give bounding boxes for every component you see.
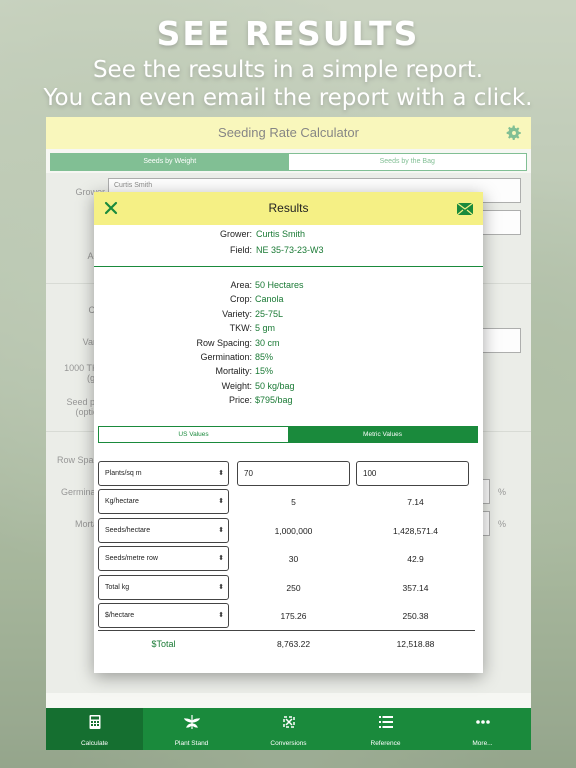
unit-select[interactable]: Total kg ⬍: [98, 574, 229, 600]
unit-select[interactable]: Seeds/hectare ⬍: [98, 517, 229, 543]
detail-value: 15%: [255, 366, 274, 377]
total-value-a: 8,763.22: [276, 639, 311, 649]
grower-label: Grower:: [219, 229, 252, 239]
detail-value: 85%: [255, 352, 274, 362]
more-icon: [475, 720, 490, 724]
detail-label: Germination:: [200, 352, 252, 362]
tab-reference[interactable]: Reference: [337, 708, 434, 750]
result-value-a: 175.26: [280, 611, 307, 621]
detail-value: 50 kg/bag: [255, 380, 295, 391]
result-value-b: 1,428,571.4: [393, 525, 438, 536]
close-icon[interactable]: [104, 201, 118, 215]
field-label: Field:: [229, 245, 252, 255]
results-header: Results: [94, 192, 483, 225]
unit-select[interactable]: $/hectare ⬍: [98, 603, 229, 628]
detail-row: Germination: 85%: [94, 352, 483, 363]
detail-label: Variety:: [222, 308, 252, 319]
tab-label: Reference: [370, 740, 401, 747]
detail-value: 50 Hectares: [255, 280, 304, 290]
detail-row: Variety: 25-75L: [94, 309, 483, 320]
list-icon: [378, 716, 393, 728]
total-label: $Total: [151, 639, 176, 649]
unit-select[interactable]: Kg/hectare ⬍: [98, 489, 229, 514]
plants-input-b[interactable]: 100: [356, 461, 469, 486]
updown-icon: ⬍: [218, 555, 224, 562]
select-value: Plants/sq m: [105, 470, 142, 477]
detail-label: Crop:: [229, 294, 252, 305]
detail-label: Mortality:: [215, 366, 252, 377]
total-divider: [98, 630, 475, 631]
results-dialog: Results Grower: Curtis Smith Field: NE 3…: [94, 192, 483, 673]
detail-row: Price: $795/bag: [94, 395, 483, 406]
tab-label: Plant Stand: [174, 740, 209, 747]
grower-value: Curtis Smith: [256, 229, 306, 239]
detail-label: Row Spacing:: [196, 337, 252, 348]
detail-label: Price:: [228, 395, 252, 406]
detail-value: Canola: [255, 294, 284, 305]
us-values-button[interactable]: US Values: [99, 427, 288, 442]
detail-row: Weight: 50 kg/bag: [94, 381, 483, 392]
select-value: Kg/hectare: [105, 498, 139, 505]
metric-values-button[interactable]: Metric Values: [288, 427, 477, 442]
units-toggle: US Values Metric Values: [98, 426, 478, 443]
updown-icon: ⬍: [218, 470, 224, 477]
detail-label: Area:: [230, 280, 252, 290]
field-row: Field: NE 35-73-23-W3: [94, 245, 483, 256]
result-value-b: 357.14: [402, 582, 429, 593]
result-value-b: 250.38: [402, 611, 429, 621]
plants-per-sqm-select[interactable]: Plants/sq m ⬍: [98, 461, 229, 486]
detail-value: 25-75L: [255, 308, 284, 319]
tab-calculate[interactable]: Calculate: [46, 708, 143, 750]
plant-icon: [183, 715, 200, 729]
result-value-a: 30: [288, 554, 299, 564]
updown-icon: ⬍: [218, 583, 224, 591]
select-value: Seeds/hectare: [105, 526, 151, 534]
field-value: NE 35-73-23-W3: [256, 245, 324, 255]
detail-row: Crop: Canola: [94, 294, 483, 305]
detail-row: TKW: 5 gm: [94, 323, 483, 334]
result-value-a: 5: [291, 497, 296, 507]
detail-value: 5 gm: [255, 323, 276, 334]
grower-row: Grower: Curtis Smith: [94, 229, 483, 240]
select-value: Seeds/metre row: [105, 555, 158, 562]
result-value-b: 42.9: [407, 554, 424, 564]
detail-row: Row Spacing: 30 cm: [94, 338, 483, 349]
result-value-a: 250: [286, 582, 301, 593]
tab-label: Conversions: [270, 740, 307, 747]
updown-icon: ⬍: [218, 526, 224, 534]
result-value-b: 7.14: [407, 497, 424, 507]
updown-icon: ⬍: [218, 498, 224, 505]
detail-value: 30 cm: [255, 337, 280, 348]
tab-plant-stand[interactable]: Plant Stand: [143, 708, 240, 750]
calculator-icon: [89, 715, 100, 729]
bottom-tab-bar: Calculate Plant Stand Conversions Refere…: [46, 708, 531, 750]
results-divider: [94, 266, 483, 267]
unit-select[interactable]: Seeds/metre row ⬍: [98, 546, 229, 571]
results-title: Results: [268, 201, 309, 215]
select-value: Total kg: [105, 583, 130, 591]
tab-label: More...: [472, 740, 493, 747]
detail-value: $795/bag: [255, 395, 293, 406]
email-icon[interactable]: [457, 203, 473, 215]
detail-label: TKW:: [229, 323, 252, 334]
detail-label: Weight:: [221, 380, 252, 391]
detail-row: Mortality: 15%: [94, 366, 483, 377]
result-value-a: 1,000,000: [274, 525, 313, 536]
tab-conversions[interactable]: Conversions: [240, 708, 337, 750]
tab-label: Calculate: [80, 740, 109, 747]
conversions-icon: [282, 716, 295, 728]
detail-row: Area: 50 Hectares: [94, 280, 483, 291]
plants-input-a[interactable]: 70: [237, 461, 350, 486]
tab-more[interactable]: More...: [434, 708, 531, 750]
total-value-b: 12,518.88: [396, 639, 435, 649]
updown-icon: ⬍: [218, 612, 224, 619]
select-value: $/hectare: [105, 612, 135, 619]
